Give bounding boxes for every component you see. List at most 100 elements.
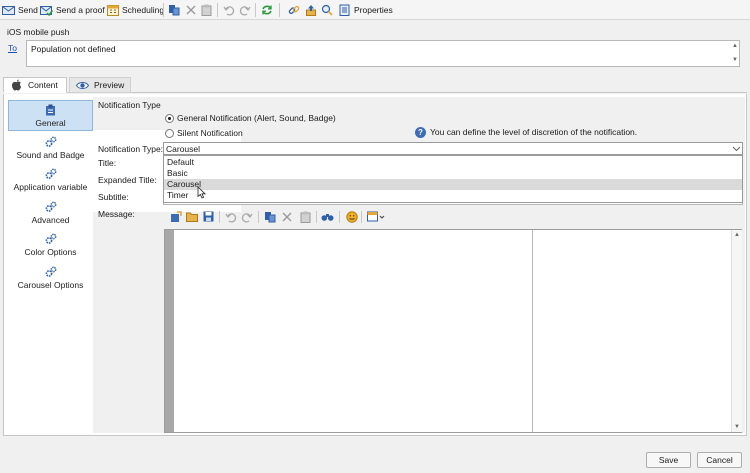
- scissors-icon: [184, 4, 197, 17]
- radio-silent-notification[interactable]: Silent Notification: [165, 128, 243, 138]
- subtitle-label: Subtitle:: [98, 192, 129, 202]
- undo-button[interactable]: [222, 2, 235, 18]
- personalize-icon[interactable]: [169, 210, 182, 223]
- audit-button[interactable]: [320, 2, 333, 18]
- to-population-field[interactable]: Population not defined: [26, 40, 740, 67]
- insert-menu-icon[interactable]: [367, 210, 385, 223]
- notification-type-value: Carousel: [166, 144, 201, 154]
- option-timer[interactable]: Timer: [164, 190, 742, 201]
- tab-content-label: Content: [28, 80, 58, 90]
- scroll-up-icon[interactable]: ▲: [734, 232, 740, 238]
- radio-silent-dot: [165, 128, 174, 138]
- copy-button[interactable]: [167, 2, 180, 18]
- binoculars-icon[interactable]: [321, 210, 334, 223]
- redo-icon: [238, 4, 251, 17]
- notification-type-label: Notification Type:: [98, 144, 164, 154]
- tab-preview-label: Preview: [94, 80, 125, 90]
- scissors-icon[interactable]: [280, 210, 293, 223]
- content-sidebar: General Sound and Badge Application vari…: [5, 97, 93, 433]
- gears-icon: [44, 232, 57, 245]
- gears-icon: [44, 200, 57, 213]
- send-button[interactable]: Send: [2, 2, 38, 18]
- editor-splitter[interactable]: [532, 230, 533, 432]
- radio-general-label: General Notification (Alert, Sound, Badg…: [177, 113, 336, 123]
- tab-preview[interactable]: Preview: [69, 77, 131, 93]
- clipboard-icon[interactable]: [299, 210, 312, 223]
- calendar-icon: [106, 4, 119, 17]
- scheduling-label: Scheduling: [122, 5, 165, 15]
- info-icon: ?: [415, 127, 426, 138]
- copy-icon[interactable]: [263, 210, 276, 223]
- link-icon: [287, 4, 300, 17]
- to-link[interactable]: To: [8, 43, 17, 53]
- delivery-title: iOS mobile push: [7, 27, 70, 37]
- notification-type-select[interactable]: Carousel: [163, 142, 743, 155]
- sidebar-item-label: Sound and Badge: [16, 150, 85, 160]
- sidebar-item-carousel-options[interactable]: Carousel Options: [8, 262, 93, 293]
- upload-box-icon: [304, 4, 317, 17]
- scheduling-button[interactable]: Scheduling: [106, 2, 164, 18]
- sidebar-item-label: Carousel Options: [17, 280, 84, 290]
- upload-button[interactable]: [304, 2, 317, 18]
- emoji-icon[interactable]: [345, 210, 358, 223]
- send-label: Send: [18, 5, 38, 15]
- open-folder-icon[interactable]: [185, 210, 198, 223]
- gears-icon: [44, 167, 57, 180]
- message-editor-toolbar: [163, 209, 423, 225]
- info-text: You can define the level of discretion o…: [430, 127, 638, 137]
- properties-label: Properties: [354, 5, 393, 15]
- to-population-value: Population not defined: [31, 44, 116, 54]
- message-editor[interactable]: [164, 229, 742, 433]
- chevron-down-icon[interactable]: [731, 143, 742, 154]
- redo-icon[interactable]: [240, 210, 253, 223]
- properties-document-icon: [338, 4, 351, 17]
- clipboard-icon: [200, 4, 213, 17]
- notification-type-heading: Notification Type: [98, 100, 161, 110]
- gears-icon: [44, 265, 57, 278]
- sidebar-item-sound-badge[interactable]: Sound and Badge: [8, 132, 93, 163]
- editor-scrollbar[interactable]: ▲ ▼: [731, 230, 742, 432]
- sidebar-item-advanced[interactable]: Advanced: [8, 197, 93, 228]
- refresh-button[interactable]: [260, 2, 273, 18]
- sidebar-item-application-variable[interactable]: Application variable: [8, 164, 93, 195]
- paste-button[interactable]: [200, 2, 213, 18]
- envelope-send-icon: [2, 4, 15, 17]
- notification-type-options: Default Basic Carousel Timer: [163, 155, 743, 203]
- cancel-button[interactable]: Cancel: [697, 452, 742, 468]
- apple-icon: [10, 79, 23, 92]
- option-default[interactable]: Default: [164, 157, 742, 168]
- option-carousel[interactable]: Carousel: [164, 179, 742, 190]
- tab-content[interactable]: Content: [3, 77, 67, 93]
- message-label: Message:: [98, 209, 135, 219]
- to-scroll-down-icon[interactable]: ▼: [732, 57, 738, 63]
- send-proof-button[interactable]: Send a proof: [40, 2, 105, 18]
- save-button[interactable]: Save: [646, 452, 691, 468]
- sidebar-item-color-options[interactable]: Color Options: [8, 229, 93, 260]
- sidebar-item-general[interactable]: General: [8, 100, 93, 131]
- envelope-check-icon: [40, 4, 53, 17]
- to-scroll-up-icon[interactable]: ▲: [732, 43, 738, 49]
- option-basic[interactable]: Basic: [164, 168, 742, 179]
- save-disk-icon[interactable]: [202, 210, 215, 223]
- sidebar-item-label: Advanced: [31, 215, 70, 225]
- radio-general-dot: [165, 113, 174, 123]
- send-proof-label: Send a proof: [56, 5, 105, 15]
- eye-icon: [76, 79, 89, 92]
- scroll-down-icon[interactable]: ▼: [734, 424, 740, 430]
- undo-icon[interactable]: [224, 210, 237, 223]
- general-document-icon: [44, 103, 57, 116]
- gears-icon: [44, 135, 57, 148]
- radio-general-notification[interactable]: General Notification (Alert, Sound, Badg…: [165, 113, 336, 123]
- properties-button[interactable]: Properties: [338, 2, 393, 18]
- magnifier-shield-icon: [320, 4, 333, 17]
- copy-icon: [167, 4, 180, 17]
- mouse-cursor-icon: [197, 186, 206, 201]
- link-button[interactable]: [287, 2, 300, 18]
- subtitle-field[interactable]: [163, 203, 743, 205]
- tab-bar: Content Preview: [3, 77, 747, 93]
- sidebar-item-label: Application variable: [13, 182, 88, 192]
- undo-icon: [222, 4, 235, 17]
- redo-button[interactable]: [238, 2, 251, 18]
- title-label: Title:: [98, 158, 117, 168]
- cut-button[interactable]: [184, 2, 197, 18]
